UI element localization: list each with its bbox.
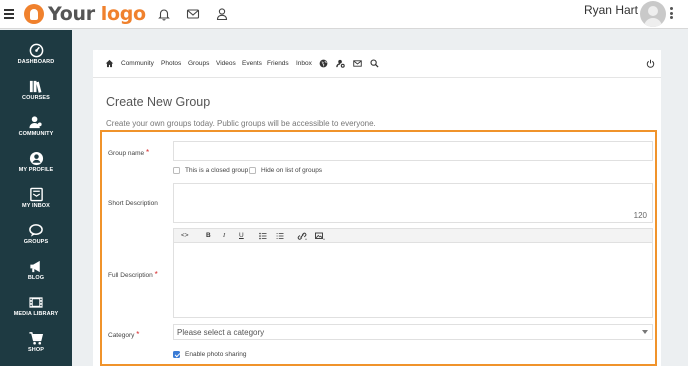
category-label: Category * [108, 330, 140, 339]
bold-button[interactable]: B [206, 232, 211, 239]
dashboard-icon [29, 43, 43, 58]
sidebar-item-label: DASHBOARD [17, 59, 55, 65]
subnav-community[interactable]: Community [121, 60, 154, 67]
chat-icon [29, 224, 43, 237]
sidebar-item-label: COMMUNITY [18, 131, 54, 137]
sidebar-item-dashboard[interactable]: DASHBOARD [0, 41, 72, 75]
community-icon [29, 116, 42, 129]
photo-sharing-checkbox[interactable]: Enable photo sharing [173, 351, 246, 358]
checkbox-box[interactable] [249, 167, 256, 174]
sidebar-item-label: COURSES [22, 95, 50, 101]
home-icon[interactable] [105, 59, 114, 68]
power-icon[interactable] [646, 59, 655, 68]
checkbox-box[interactable] [173, 167, 180, 174]
avatar[interactable] [640, 1, 666, 27]
sidebar-item-shop[interactable]: SHOP [0, 329, 72, 363]
inbox-icon [29, 187, 43, 202]
more-options-icon[interactable] [670, 7, 674, 21]
sidebar-item-my-profile[interactable]: MY PROFILE [0, 149, 72, 183]
required-mark: * [145, 148, 150, 157]
category-select[interactable]: Please select a category [173, 324, 653, 340]
profile-icon [29, 151, 43, 166]
bullet-list-icon[interactable] [259, 232, 267, 240]
code-view-button[interactable]: <> [181, 232, 189, 239]
hide-on-list-checkbox[interactable]: Hide on list of groups [249, 167, 322, 174]
short-description-label: Short Description [108, 200, 158, 207]
cart-icon [29, 332, 44, 345]
subnav-photos[interactable]: Photos [161, 60, 181, 67]
logo-word-your: Your [48, 3, 95, 25]
create-group-form: Group name * This is a closed group Hide… [100, 130, 657, 366]
create-group-card: Community Photos Groups Videos Events Fr… [93, 50, 661, 366]
hide-on-list-label: Hide on list of groups [261, 167, 323, 174]
user-name[interactable]: Ryan Hart [584, 3, 638, 17]
community-subnav: Community Photos Groups Videos Events Fr… [93, 50, 661, 78]
group-name-input[interactable] [173, 141, 653, 161]
full-description-label: Full Description * [108, 270, 158, 279]
subnav-inbox[interactable]: Inbox [296, 60, 312, 67]
sidebar-item-label: MY INBOX [22, 203, 50, 209]
italic-button[interactable]: I [223, 232, 225, 239]
top-bar: Your logo Ryan Hart [0, 0, 688, 29]
film-icon [29, 297, 43, 308]
subnav-events[interactable]: Events [242, 60, 262, 67]
checkbox-box-checked[interactable] [173, 351, 180, 358]
subnav-videos[interactable]: Videos [216, 60, 236, 67]
underline-button[interactable]: U [239, 232, 244, 239]
sidebar-item-my-inbox[interactable]: MY INBOX [0, 185, 72, 219]
editor-toolbar: <> B I U [174, 229, 652, 243]
page-title: Create New Group [106, 95, 211, 109]
user-icon[interactable] [215, 7, 229, 21]
sidebar-item-label: GROUPS [23, 239, 49, 245]
sidebar-item-blog[interactable]: BLOG [0, 257, 72, 291]
image-icon[interactable] [315, 232, 325, 241]
subnav-groups[interactable]: Groups [188, 60, 209, 67]
globe-icon[interactable] [319, 59, 328, 68]
sidebar-item-label: BLOG [27, 275, 45, 281]
search-icon[interactable] [370, 59, 379, 68]
numbered-list-icon[interactable] [276, 232, 284, 240]
full-description-editor[interactable]: <> B I U [173, 228, 653, 318]
photo-sharing-label: Enable photo sharing [185, 351, 247, 358]
required-mark: * [136, 330, 140, 339]
mail-icon[interactable] [186, 7, 200, 21]
sidebar-item-label: MY PROFILE [18, 167, 54, 173]
sidebar-item-label: MEDIA LIBRARY [13, 311, 59, 317]
megaphone-icon [30, 260, 40, 273]
category-placeholder: Please select a category [177, 328, 265, 337]
subnav-friends[interactable]: Friends [267, 60, 289, 67]
sidebar-item-community[interactable]: COMMUNITY [0, 113, 72, 147]
page-subtitle: Create your own groups today. Public gro… [106, 119, 376, 128]
sidebar-item-label: SHOP [28, 347, 44, 353]
envelope-icon[interactable] [353, 59, 362, 68]
sidebar-item-media-library[interactable]: MEDIA LIBRARY [0, 293, 72, 327]
books-icon [29, 80, 42, 93]
link-icon[interactable] [297, 232, 307, 241]
logo-word-logo: logo [100, 3, 146, 25]
user-settings-icon[interactable] [336, 59, 345, 68]
sidebar-item-groups[interactable]: GROUPS [0, 221, 72, 255]
chevron-down-icon [642, 330, 648, 334]
closed-group-label: This is a closed group [185, 167, 249, 174]
required-mark: * [154, 270, 158, 279]
sidebar-item-courses[interactable]: COURSES [0, 77, 72, 111]
char-counter: 120 [633, 211, 647, 220]
short-description-textarea[interactable]: 120 [173, 183, 653, 223]
logo[interactable]: Your logo [24, 2, 146, 26]
sidebar: DASHBOARD COURSES COMMUNITY MY PROFILE M… [0, 30, 72, 366]
bell-icon[interactable] [157, 7, 171, 21]
group-name-label: Group name * [108, 148, 150, 157]
logo-mark-icon [24, 4, 44, 24]
hamburger-menu-icon[interactable] [4, 9, 14, 19]
closed-group-checkbox[interactable]: This is a closed group [173, 167, 248, 174]
